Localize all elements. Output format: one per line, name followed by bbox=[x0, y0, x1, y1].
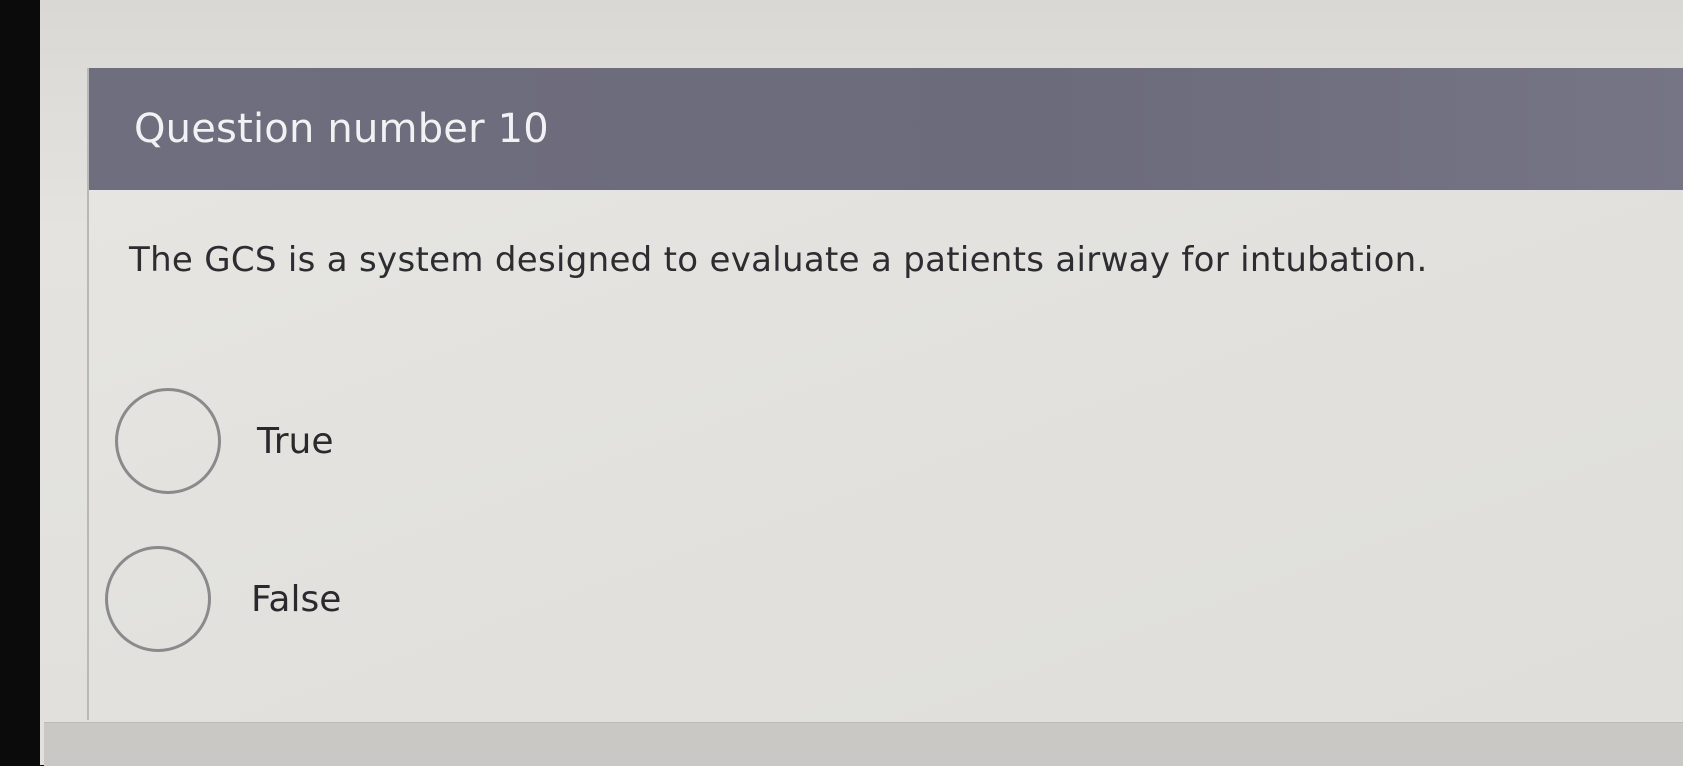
radio-false[interactable] bbox=[105, 546, 211, 652]
option-true-label[interactable]: True bbox=[257, 421, 333, 462]
question-card: Question number 10 The GCS is a system d… bbox=[87, 68, 1683, 720]
next-card-edge bbox=[44, 722, 1683, 766]
question-title: Question number 10 bbox=[134, 106, 549, 152]
radio-true[interactable] bbox=[115, 388, 221, 494]
question-header: Question number 10 bbox=[89, 68, 1683, 190]
question-prompt: The GCS is a system designed to evaluate… bbox=[129, 240, 1428, 280]
option-true[interactable]: True bbox=[115, 388, 333, 494]
option-false[interactable]: False bbox=[105, 546, 341, 652]
option-false-label[interactable]: False bbox=[251, 579, 341, 620]
